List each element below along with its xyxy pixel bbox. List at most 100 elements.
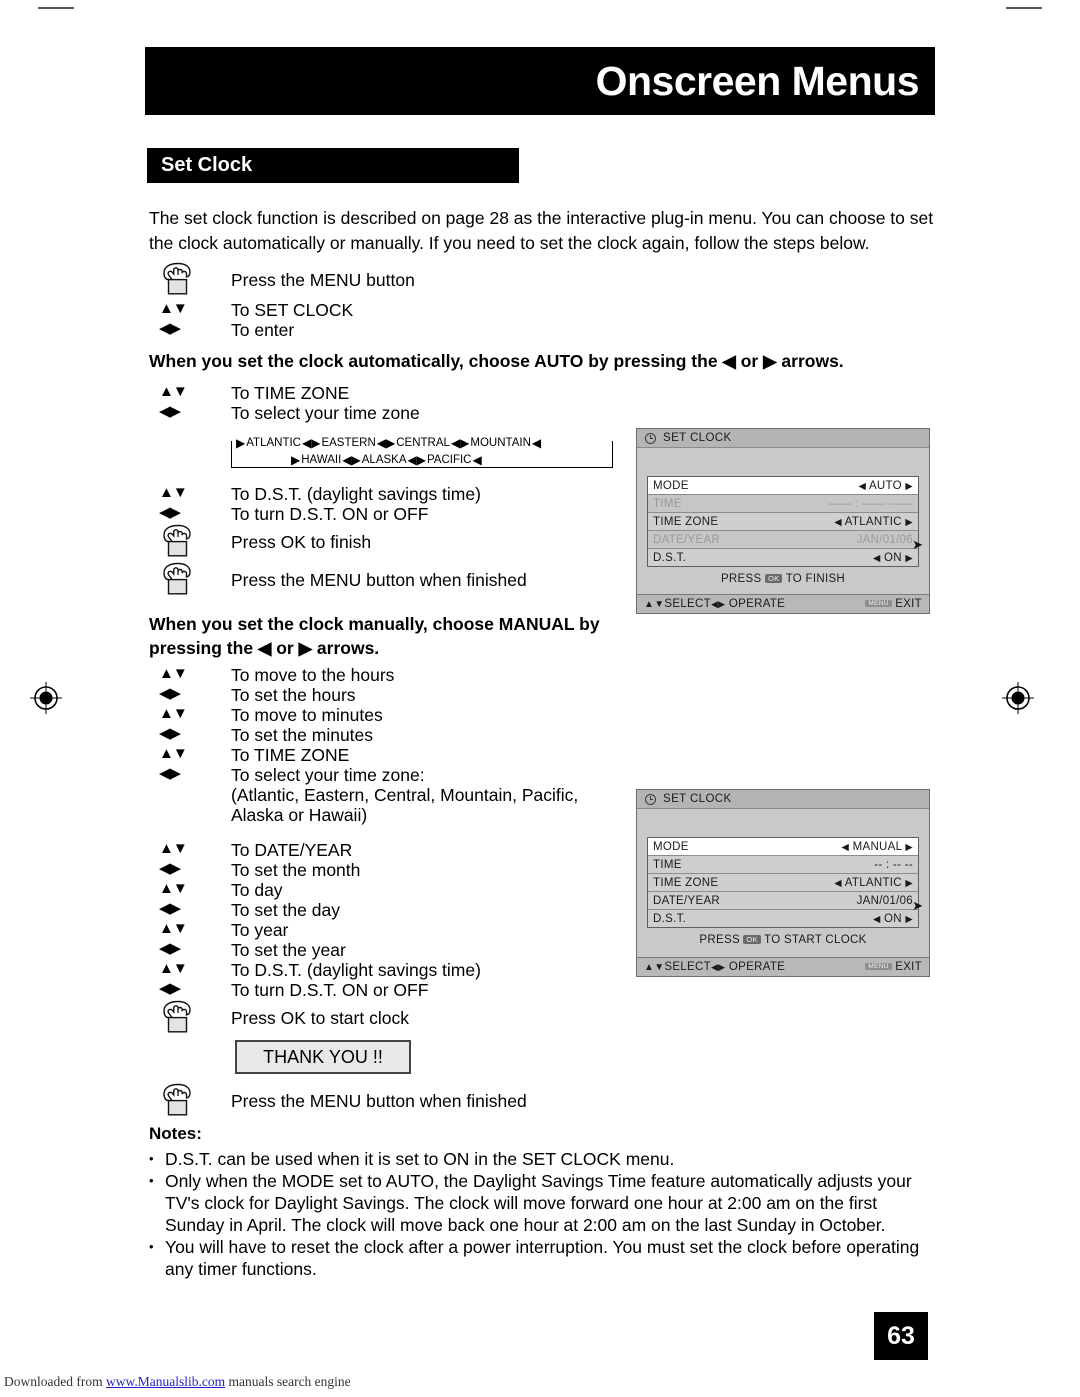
step-label: To D.S.T. (daylight savings time)	[231, 484, 481, 504]
step-label: To SET CLOCK	[231, 300, 354, 320]
osd-row-value: -- : -- --	[874, 858, 913, 871]
instruction-step: Press the MENU button	[149, 262, 415, 300]
osd-row-time[interactable]: TIME —— : —— ——	[648, 495, 918, 513]
arrow-right-icon: ▶	[311, 436, 321, 450]
timezone-row-upper: ▶ ATLANTIC ◀ ▶ EASTERN ◀ ▶ CENTRAL ◀ ▶ MOUNTAIN…	[236, 437, 541, 449]
instruction-step: ◀▶ To turn D.S.T. ON or OFF	[149, 504, 527, 524]
caret-right-icon[interactable]: ▶	[905, 878, 913, 889]
osd-footer-select: SELECT	[664, 961, 711, 973]
manualslib-link[interactable]: www.Manualslib.com	[106, 1374, 225, 1389]
osd-row-value: ◀ ATLANTIC ▶	[834, 876, 913, 889]
step-label: To select your time zone	[231, 403, 420, 423]
step-icon-slot: ▲▼	[149, 300, 231, 318]
steps-group-timezone-auto: ▲▼ To TIME ZONE ◀▶ To select your time zone	[149, 383, 420, 423]
caret-right-icon[interactable]: ▶	[905, 914, 913, 925]
up-down-arrows-icon: ▲▼	[159, 880, 188, 897]
left-right-arrows-icon: ◀▶	[159, 504, 181, 521]
left-right-arrows-icon: ◀▶	[710, 962, 726, 972]
notes-heading: Notes:	[149, 1124, 202, 1143]
arrow-right-icon: ▶	[460, 436, 470, 450]
osd-row-date-year[interactable]: DATE/YEAR JAN/01/06	[648, 892, 918, 910]
osd-row-time-zone[interactable]: TIME ZONE ◀ ATLANTIC ▶	[648, 513, 918, 531]
step-icon-slot	[149, 562, 231, 596]
osd-row-label: MODE	[653, 840, 689, 853]
instruction-step: ◀▶ To set the day	[149, 900, 481, 920]
caret-right-icon[interactable]: ▶	[905, 517, 913, 528]
caret-left-icon[interactable]: ◀	[873, 553, 881, 564]
instruction-step: ▲▼ To TIME ZONE	[149, 745, 578, 765]
osd-row-d-s-t[interactable]: D.S.T. ◀ ON ▶	[648, 549, 918, 566]
clock-icon	[645, 793, 656, 805]
caret-left-icon[interactable]: ◀	[841, 842, 849, 853]
step-label: To TIME ZONE	[231, 383, 350, 403]
note-item: • You will have to reset the clock after …	[149, 1236, 939, 1280]
instruction-step: ▲▼ To move to the hours	[149, 665, 578, 685]
up-down-arrows-icon: ▲▼	[159, 840, 188, 857]
osd-footer-exit: EXIT	[895, 961, 922, 973]
ok-button-chip: OK	[743, 934, 761, 944]
osd-row-value: ◀ ON ▶	[872, 912, 913, 925]
osd-body: MODE ◀ MANUAL ▶ TIME -- : -- -- TIME ZONE ◀ A…	[637, 837, 929, 946]
osd-row-label: MODE	[653, 479, 689, 492]
instruction-step: ▲▼ To move to minutes	[149, 705, 578, 725]
download-suffix: manuals search engine	[225, 1374, 351, 1389]
arrow-left-icon: ◀	[301, 436, 312, 450]
step-icon-slot: ▲▼	[149, 960, 231, 978]
osd-row-date-year[interactable]: DATE/YEAR JAN/01/06	[648, 531, 918, 549]
hand-press-icon	[159, 562, 195, 596]
caret-left-icon[interactable]: ◀	[873, 914, 881, 925]
instruction-step: Press the MENU button when finished	[149, 562, 527, 600]
left-right-arrows-icon: ◀▶	[159, 900, 181, 917]
hand-press-icon	[159, 1083, 195, 1117]
up-down-arrows-icon: ▲▼	[159, 300, 188, 317]
osd-row-label: TIME ZONE	[653, 876, 719, 889]
step-label: Press the MENU button when finished	[231, 1091, 527, 1111]
caret-right-icon[interactable]: ▶	[905, 553, 913, 564]
instruction-step: ◀▶ To set the hours	[149, 685, 578, 705]
timezone-row-lower: ▶ HAWAII ◀ ▶ ALASKA ◀ ▶ PACIFIC ◀	[291, 454, 482, 466]
osd-pointer-cursor: ➤	[912, 537, 923, 552]
osd-footer: ▲▼SELECT◀▶ OPERATE MENU EXIT	[637, 957, 929, 976]
hand-press-icon	[159, 262, 195, 296]
chapter-title: Onscreen Menus	[595, 57, 920, 104]
step-label: Press OK to start clock	[231, 1008, 409, 1028]
instruction-step: ◀▶ To set the year	[149, 940, 481, 960]
up-down-arrows-icon: ▲▼	[644, 962, 665, 973]
caret-left-icon[interactable]: ◀	[834, 517, 842, 528]
caret-right-icon[interactable]: ▶	[905, 842, 913, 853]
tz-label-eastern: EASTERN	[321, 437, 376, 449]
left-right-arrows-icon: ◀▶	[710, 599, 726, 609]
tz-label-pacific: PACIFIC	[426, 454, 472, 466]
osd-footer-exit: EXIT	[895, 598, 922, 610]
osd-row-time-zone[interactable]: TIME ZONE ◀ ATLANTIC ▶	[648, 874, 918, 892]
osd-footer-left-group: ▲▼SELECT◀▶ OPERATE	[644, 961, 785, 973]
osd-row-d-s-t[interactable]: D.S.T. ◀ ON ▶	[648, 910, 918, 927]
caret-left-icon[interactable]: ◀	[858, 481, 866, 492]
steps-group-dst-auto: ▲▼ To D.S.T. (daylight savings time) ◀▶ To …	[149, 484, 527, 600]
instruction-step: ▲▼ To year	[149, 920, 481, 940]
osd-press-suffix: TO START CLOCK	[764, 934, 867, 946]
step-icon-slot	[149, 524, 231, 558]
thank-you-label: THANK YOU !!	[263, 1046, 383, 1067]
instruction-step: ◀▶ To set the minutes	[149, 725, 578, 745]
caret-left-icon[interactable]: ◀	[834, 878, 842, 889]
step-icon-slot: ◀▶	[149, 320, 231, 338]
arrow-right-icon: ▶	[236, 436, 246, 450]
arrow-right-icon: ▶	[291, 453, 301, 467]
osd-row-time[interactable]: TIME -- : -- --	[648, 856, 918, 874]
up-down-arrows-icon: ▲▼	[159, 484, 188, 501]
instruction-step: ▲▼ To DATE/YEAR	[149, 840, 481, 860]
osd-row-mode[interactable]: MODE ◀ MANUAL ▶	[648, 838, 918, 856]
osd-row-label: DATE/YEAR	[653, 533, 721, 546]
instruction-step: Press the MENU button when finished	[149, 1083, 527, 1121]
manual-mode-lead-text: When you set the clock manually, choose …	[149, 614, 600, 658]
registration-target-left	[30, 682, 62, 714]
step-label: To set the day	[231, 900, 340, 920]
osd-row-value: JAN/01/06	[856, 894, 913, 907]
caret-right-icon[interactable]: ▶	[905, 481, 913, 492]
step-label: To turn D.S.T. ON or OFF	[231, 504, 429, 524]
up-down-arrows-icon: ▲▼	[644, 599, 665, 610]
note-text: D.S.T. can be used when it is set to ON …	[165, 1149, 675, 1169]
step-icon-slot: ▲▼	[149, 920, 231, 938]
osd-row-mode[interactable]: MODE ◀ AUTO ▶	[648, 477, 918, 495]
